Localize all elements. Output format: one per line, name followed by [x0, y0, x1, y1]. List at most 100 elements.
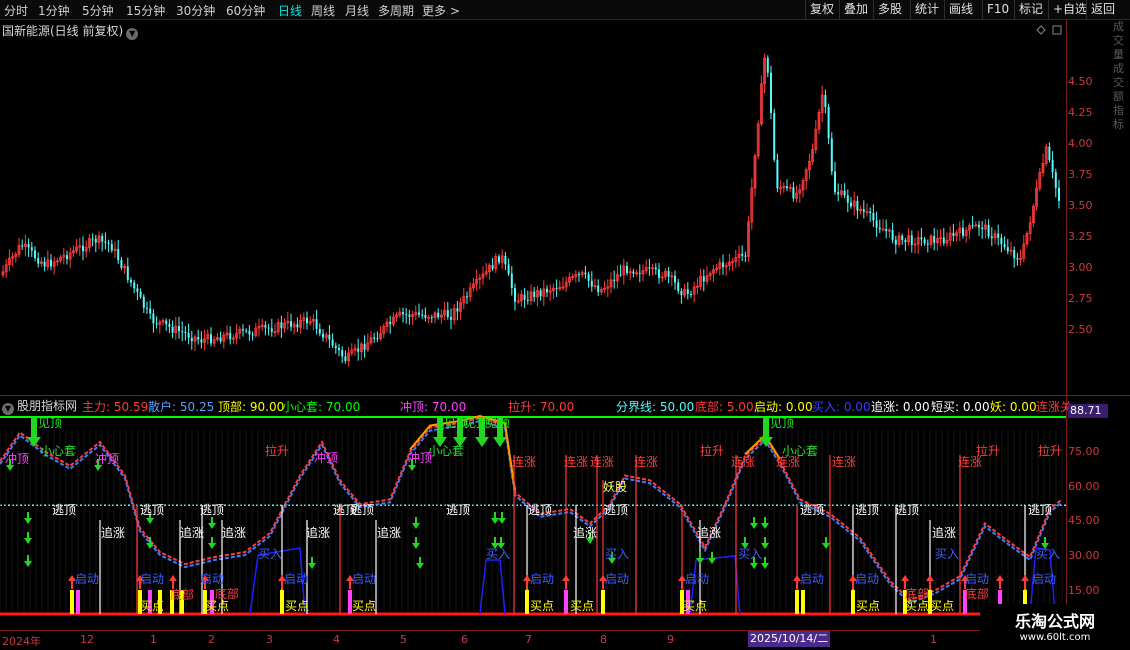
candle-body: [402, 312, 404, 315]
candle-body: [702, 276, 705, 282]
streak-signal-label: 连涨: [958, 454, 982, 469]
price-axis-line: [1066, 20, 1067, 630]
candle-body: [190, 337, 193, 342]
start-signal-label: 启动: [685, 572, 709, 586]
panel-divider[interactable]: [0, 395, 1130, 396]
candle-body: [405, 314, 408, 316]
buy-point-label: 买点: [930, 599, 954, 613]
chevron-down-icon[interactable]: ▼: [126, 28, 139, 40]
candle-body: [168, 324, 171, 327]
candle-body: [133, 282, 136, 289]
candle-body: [770, 72, 772, 113]
candle-body: [357, 348, 360, 352]
candle-body: [94, 238, 97, 243]
buy-signal-label: 买入: [1036, 547, 1060, 561]
candle-body: [878, 227, 881, 230]
candle-body: [270, 328, 273, 332]
window-icon: [1052, 25, 1062, 35]
candle-body: [373, 337, 376, 339]
chase-signal-label: 追涨: [222, 525, 246, 540]
date-label: 5: [400, 633, 407, 646]
peak-signal-label: 见顶: [38, 416, 62, 430]
legend-item: 冲顶: 70.00: [400, 400, 467, 414]
legend-item: 连涨关: [1036, 400, 1073, 414]
indicator-name: 股朋指标网: [17, 399, 78, 413]
candle-body: [590, 280, 593, 287]
candle-body: [990, 236, 993, 239]
candle-body: [510, 273, 513, 289]
candle-body: [648, 267, 651, 269]
down-arrow-icon: [308, 557, 316, 569]
down-arrow-icon: [708, 552, 716, 564]
escape-signal-label: 逃顶: [350, 503, 374, 517]
side-tab-char: 交: [1113, 34, 1124, 47]
candle-body: [334, 345, 337, 348]
candle-body: [245, 330, 248, 332]
candle-body: [926, 243, 929, 245]
candle-body: [229, 332, 232, 340]
chart-canvas[interactable]: 见顶 见顶见顶见顶 见顶小心套 小心套 小心套冲顶 冲顶 冲顶 冲顶拉升 拉升 拉升 拉升连涨 连涨连…: [0, 0, 1130, 650]
candle-body: [120, 260, 123, 268]
start-signal-label: 启动: [530, 572, 554, 586]
candle-body: [418, 312, 420, 315]
down-arrow-icon: [24, 512, 32, 524]
candle-body: [315, 319, 318, 329]
side-tab-char: 额: [1113, 90, 1124, 103]
price-tick: 3.25: [1068, 230, 1093, 243]
candle-body: [827, 106, 830, 139]
bottom-signal-label: 底部: [905, 586, 929, 601]
price-tick: 3.50: [1068, 199, 1093, 212]
bottom-bar: [601, 590, 605, 614]
candle-body: [498, 256, 500, 263]
side-tab-char: 交: [1113, 76, 1124, 89]
up-arrow-icon: [1021, 575, 1029, 589]
buy-point-label: 买点: [140, 599, 164, 613]
streak-signal-label: 连涨: [731, 454, 755, 469]
candle-body: [437, 312, 440, 318]
candle-body: [110, 243, 113, 251]
down-arrow-icon: [412, 537, 420, 549]
side-tab-strip[interactable]: 成交量成交额指标: [1113, 20, 1130, 395]
buy-point-label: 买点: [530, 599, 554, 613]
chevron-down-icon[interactable]: ▼: [2, 403, 14, 415]
start-signal-label: 启动: [605, 572, 629, 586]
candle-body: [30, 247, 33, 251]
candle-body: [43, 261, 46, 267]
candle-body: [891, 230, 894, 240]
buy-point-label: 买点: [570, 599, 594, 613]
candle-body: [923, 239, 926, 244]
rush-signal-label: 冲顶: [408, 450, 432, 465]
date-label: 1: [930, 633, 937, 646]
watermark: 乐淘公式网 www.60lt.com: [980, 604, 1130, 650]
candle-body: [1000, 237, 1003, 245]
date-label: 2: [208, 633, 215, 646]
candle-body: [901, 235, 904, 241]
candle-body: [792, 187, 795, 199]
demon-stock-label: 妖股: [603, 480, 627, 494]
down-arrow-icon: [24, 532, 32, 544]
candle-body: [904, 240, 907, 242]
diamond-icon: [1036, 25, 1046, 35]
escape-signal-label: 逃顶: [800, 503, 824, 517]
up-arrow-icon: [996, 575, 1004, 589]
candle-body: [824, 94, 827, 107]
escape-signal-label: 逃顶: [528, 503, 552, 517]
main-chart-title[interactable]: 国新能源(日线 前复权) ▼: [2, 22, 139, 40]
date-label: 1: [150, 633, 157, 646]
escape-signal-label: 逃顶: [52, 503, 76, 517]
candle-body: [920, 237, 923, 240]
price-tick: 3.00: [1068, 261, 1093, 274]
candle-body: [408, 314, 411, 317]
candle-body: [942, 237, 945, 244]
candle-body: [117, 249, 120, 261]
price-tick: 2.75: [1068, 292, 1093, 305]
candle-body: [126, 266, 129, 280]
legend-item: 分界线: 50.00: [616, 400, 695, 414]
indicator-title[interactable]: ▼ 股朋指标网: [2, 397, 77, 415]
buy-signal-label: 买入: [605, 547, 629, 561]
rush-signal-label: 冲顶: [95, 451, 119, 466]
candle-body: [869, 211, 872, 214]
candle-body: [504, 255, 507, 265]
buy-point-label: 买点: [683, 599, 707, 613]
candle-body: [885, 228, 888, 232]
